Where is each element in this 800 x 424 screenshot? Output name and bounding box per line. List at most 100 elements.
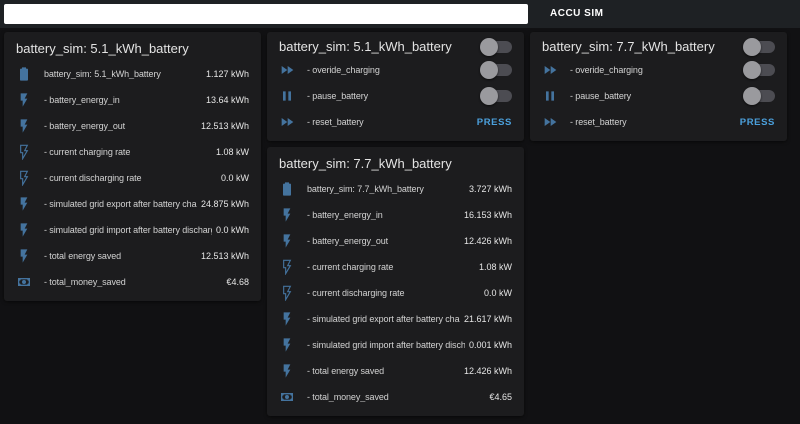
entity-value: 0.0 kW — [483, 288, 512, 298]
pause-icon — [542, 88, 558, 104]
group-toggle[interactable] — [480, 37, 512, 56]
entity-name: - overide_charging — [307, 65, 380, 75]
cash-icon — [16, 274, 32, 290]
column-1: battery_sim: 5.1_kWh_battery battery_sim… — [4, 32, 261, 301]
entity-name: - battery_energy_out — [44, 121, 126, 131]
flash-icon — [16, 248, 32, 264]
card-header: battery_sim: 5.1_kWh_battery — [267, 32, 524, 57]
entity-row[interactable]: - reset_battery PRESS — [267, 109, 524, 135]
entity-row[interactable]: battery_sim: 7.7_kWh_battery 3.727 kWh — [267, 176, 524, 202]
search-input[interactable] — [4, 4, 528, 24]
fast-forward-icon — [279, 62, 295, 78]
card-battery-sim-5-1-controls: battery_sim: 5.1_kWh_battery - overide_c… — [267, 32, 524, 141]
card-title: battery_sim: 7.7_kWh_battery — [542, 39, 715, 54]
entity-value: 3.727 kWh — [468, 184, 512, 194]
pause-icon — [279, 88, 295, 104]
flash-icon — [279, 207, 295, 223]
entity-row[interactable]: - total energy saved 12.426 kWh — [267, 358, 524, 384]
entity-row[interactable]: - battery_energy_out 12.513 kWh — [4, 113, 261, 139]
dashboard-grid: battery_sim: 5.1_kWh_battery battery_sim… — [0, 28, 800, 420]
entity-name: - battery_energy_out — [307, 236, 389, 246]
entity-value: 12.513 kWh — [200, 121, 249, 131]
entity-value: 24.875 kWh — [200, 199, 249, 209]
entity-row[interactable]: - current charging rate 1.08 kW — [4, 139, 261, 165]
entity-name: - reset_battery — [307, 117, 364, 127]
entity-row[interactable]: - pause_battery — [530, 83, 787, 109]
entity-row[interactable]: - simulated grid import after battery di… — [4, 217, 261, 243]
entity-name: - current charging rate — [307, 262, 394, 272]
entity-name: - overide_charging — [570, 65, 643, 75]
entity-name: - simulated grid import after battery di… — [44, 225, 212, 235]
battery-icon — [279, 181, 295, 197]
flash-outline-icon — [16, 144, 32, 160]
fast-forward-icon — [279, 114, 295, 130]
column-3: battery_sim: 7.7_kWh_battery - overide_c… — [530, 32, 787, 141]
entity-row[interactable]: - reset_battery PRESS — [530, 109, 787, 135]
entity-name: - battery_energy_in — [307, 210, 383, 220]
entity-row[interactable]: - overide_charging — [530, 57, 787, 83]
entity-row[interactable]: - simulated grid export after battery ch… — [267, 306, 524, 332]
entity-name: - simulated grid export after battery ch… — [307, 314, 460, 324]
entity-row[interactable]: - battery_energy_in 13.64 kWh — [4, 87, 261, 113]
entity-name: - reset_battery — [570, 117, 627, 127]
entity-value: 0.0 kW — [220, 173, 249, 183]
entity-value: €4.68 — [226, 277, 249, 287]
fast-forward-icon — [542, 114, 558, 130]
flash-outline-icon — [279, 259, 295, 275]
entity-name: - simulated grid import after battery di… — [307, 340, 465, 350]
entity-name: - current charging rate — [44, 147, 131, 157]
column-2: battery_sim: 5.1_kWh_battery - overide_c… — [267, 32, 524, 416]
card-title: battery_sim: 5.1_kWh_battery — [279, 39, 452, 54]
entity-name: - battery_energy_in — [44, 95, 120, 105]
card-header: battery_sim: 7.7_kWh_battery — [530, 32, 787, 57]
entity-value: 1.08 kW — [478, 262, 512, 272]
flash-icon — [279, 337, 295, 353]
entity-row[interactable]: - battery_energy_in 16.153 kWh — [267, 202, 524, 228]
entity-name: - pause_battery — [307, 91, 369, 101]
toggle-switch[interactable] — [743, 61, 775, 79]
flash-icon — [16, 118, 32, 134]
entity-row[interactable]: - total_money_saved €4.68 — [4, 269, 261, 295]
entity-row[interactable]: - simulated grid export after battery ch… — [4, 191, 261, 217]
toggle-switch[interactable] — [743, 87, 775, 105]
entity-row[interactable]: - simulated grid import after battery di… — [267, 332, 524, 358]
entity-name: - total_money_saved — [44, 277, 126, 287]
entity-row[interactable]: - total_money_saved €4.65 — [267, 384, 524, 410]
flash-icon — [279, 363, 295, 379]
entity-name: battery_sim: 5.1_kWh_battery — [44, 69, 161, 79]
top-bar: ACCU SIM — [0, 0, 800, 28]
entity-row[interactable]: - total energy saved 12.513 kWh — [4, 243, 261, 269]
entity-row[interactable]: battery_sim: 5.1_kWh_battery 1.127 kWh — [4, 61, 261, 87]
entity-name: battery_sim: 7.7_kWh_battery — [307, 184, 424, 194]
flash-outline-icon — [279, 285, 295, 301]
press-button[interactable]: PRESS — [477, 117, 512, 128]
entity-value: 0.001 kWh — [468, 340, 512, 350]
entity-value: 0.0 kWh — [215, 225, 249, 235]
battery-icon — [16, 66, 32, 82]
entity-name: - total energy saved — [307, 366, 385, 376]
tab-accu-sim[interactable]: ACCU SIM — [542, 0, 611, 28]
group-toggle[interactable] — [743, 37, 775, 56]
press-button[interactable]: PRESS — [740, 117, 775, 128]
entity-row[interactable]: - current discharging rate 0.0 kW — [4, 165, 261, 191]
entity-row[interactable]: - pause_battery — [267, 83, 524, 109]
card-battery-sim-7-7-sensors: battery_sim: 7.7_kWh_battery battery_sim… — [267, 147, 524, 416]
entity-value: 12.426 kWh — [463, 366, 512, 376]
entity-name: - current discharging rate — [307, 288, 405, 298]
toggle-switch[interactable] — [480, 61, 512, 79]
entity-row[interactable]: - battery_energy_out 12.426 kWh — [267, 228, 524, 254]
card-title: battery_sim: 5.1_kWh_battery — [16, 41, 189, 56]
entity-row[interactable]: - overide_charging — [267, 57, 524, 83]
entity-name: - simulated grid export after battery ch… — [44, 199, 197, 209]
entity-row[interactable]: - current discharging rate 0.0 kW — [267, 280, 524, 306]
toggle-switch[interactable] — [480, 87, 512, 105]
entity-value: €4.65 — [489, 392, 512, 402]
entity-value: 13.64 kWh — [205, 95, 249, 105]
entity-value: 21.617 kWh — [463, 314, 512, 324]
flash-icon — [16, 92, 32, 108]
flash-icon — [16, 196, 32, 212]
entity-name: - total_money_saved — [307, 392, 389, 402]
entity-name: - current discharging rate — [44, 173, 142, 183]
entity-value: 12.513 kWh — [200, 251, 249, 261]
entity-row[interactable]: - current charging rate 1.08 kW — [267, 254, 524, 280]
